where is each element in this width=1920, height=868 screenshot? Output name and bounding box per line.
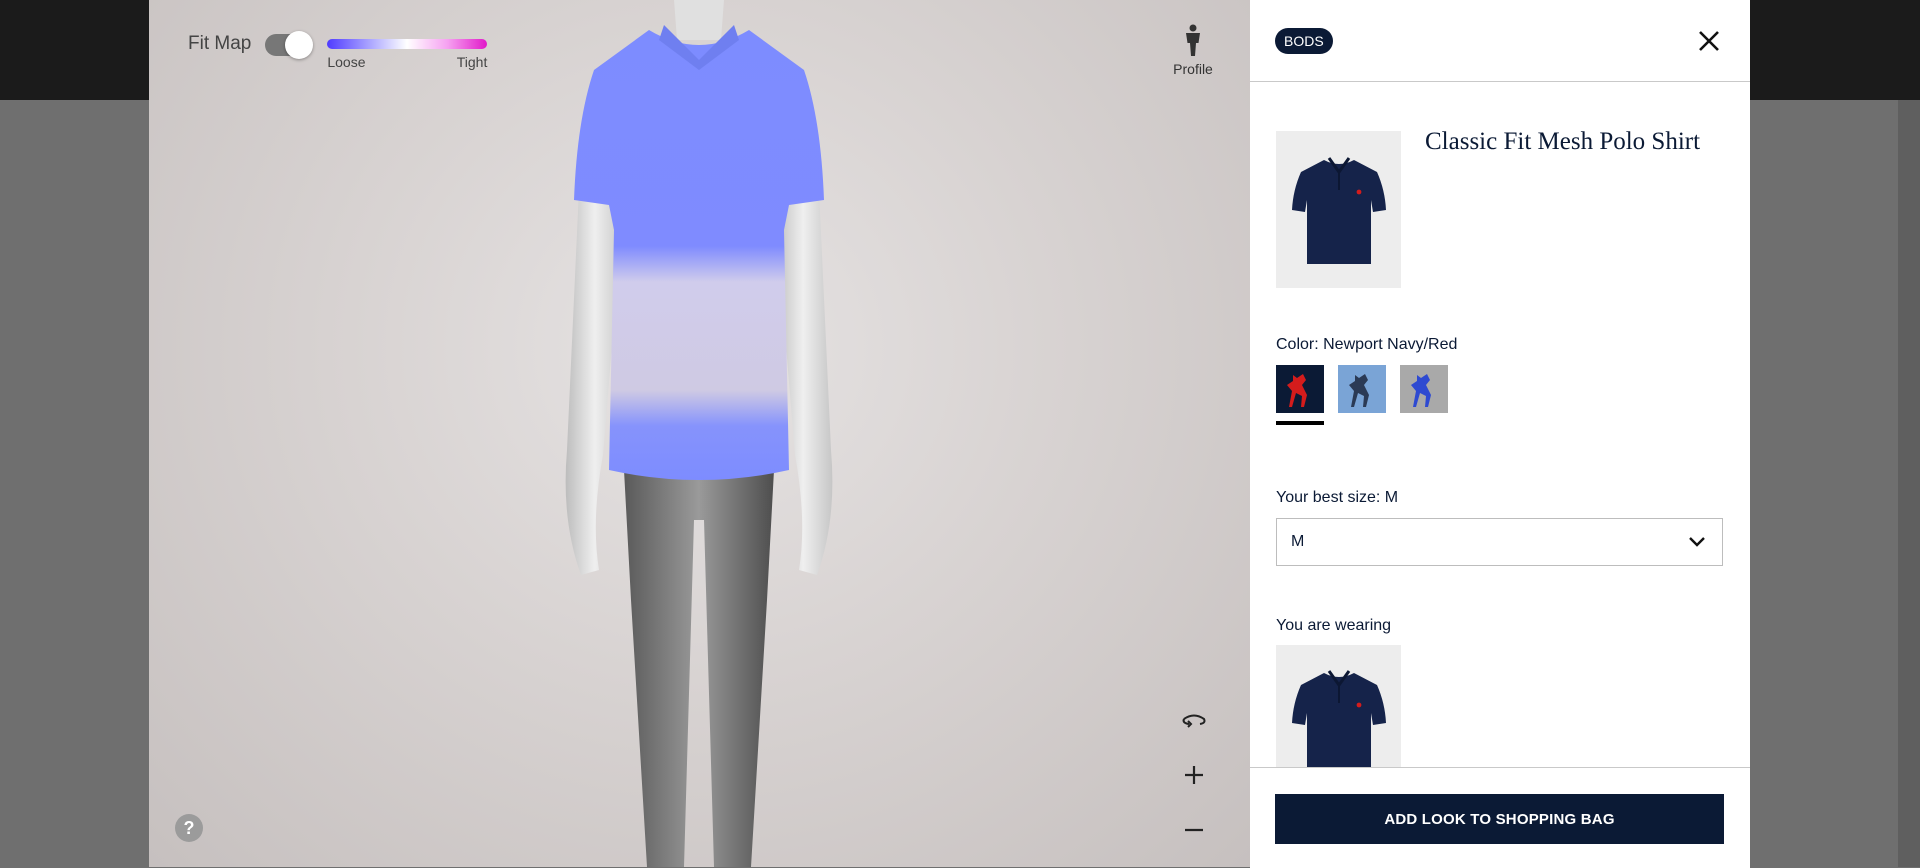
page-scrollbar[interactable] [1898, 100, 1920, 867]
fit-map-label: Fit Map [188, 33, 252, 54]
fit-map-control: Fit Map Loose Tight [188, 30, 488, 70]
polo-pony-icon [1411, 374, 1431, 407]
panel-header: BODS [1250, 0, 1750, 82]
panel-footer: ADD LOOK TO SHOPPING BAG [1250, 767, 1750, 868]
product-title: Classic Fit Mesh Polo Shirt [1425, 128, 1701, 155]
scale-loose-label: Loose [327, 54, 366, 70]
avatar-mannequin [565, 0, 833, 867]
avatar-3d-viewer[interactable]: Fit Map Loose Tight Profile ? [149, 0, 1250, 867]
fit-scale: Loose Tight [327, 39, 488, 70]
help-button[interactable]: ? [175, 814, 203, 842]
color-swatches [1276, 365, 1448, 425]
minus-icon [1185, 828, 1203, 832]
swatch-grey[interactable] [1400, 365, 1448, 413]
product-panel: BODS Classic Fit Mesh Polo Shirt Color: … [1250, 0, 1750, 868]
brand-badge: BODS [1275, 28, 1333, 54]
polo-shirt-image [1291, 157, 1386, 264]
close-icon[interactable] [1696, 28, 1722, 54]
toggle-knob [285, 31, 314, 59]
size-value: M [1291, 533, 1305, 550]
wearing-label: You are wearing [1276, 617, 1392, 634]
fit-map-toggle[interactable] [265, 31, 314, 59]
polo-pony-icon [1287, 374, 1307, 407]
add-to-bag-button[interactable]: ADD LOOK TO SHOPPING BAG [1275, 794, 1724, 844]
wearing-item-image[interactable] [1276, 645, 1401, 767]
plus-icon [1185, 766, 1203, 784]
person-icon [1186, 24, 1200, 56]
best-size-label: Your best size: M [1276, 489, 1399, 506]
profile-button[interactable]: Profile [1163, 24, 1223, 77]
polo-pony-icon [1349, 374, 1369, 407]
zoom-out-button[interactable] [1179, 815, 1209, 845]
swatch-navy-red[interactable] [1276, 365, 1324, 425]
chevron-down-icon [1689, 537, 1705, 547]
fit-scale-gradient [327, 39, 488, 49]
polo-shirt-image [1291, 670, 1386, 767]
product-image [1276, 131, 1401, 288]
color-label: Color: Newport Navy/Red [1276, 336, 1458, 353]
size-select[interactable]: M [1276, 518, 1723, 566]
zoom-in-button[interactable] [1179, 760, 1209, 790]
rotate-icon [1182, 714, 1206, 728]
swatch-light-blue[interactable] [1338, 365, 1386, 413]
rotate-button[interactable] [1179, 706, 1209, 736]
scale-tight-label: Tight [456, 54, 488, 70]
profile-label: Profile [1173, 61, 1213, 77]
